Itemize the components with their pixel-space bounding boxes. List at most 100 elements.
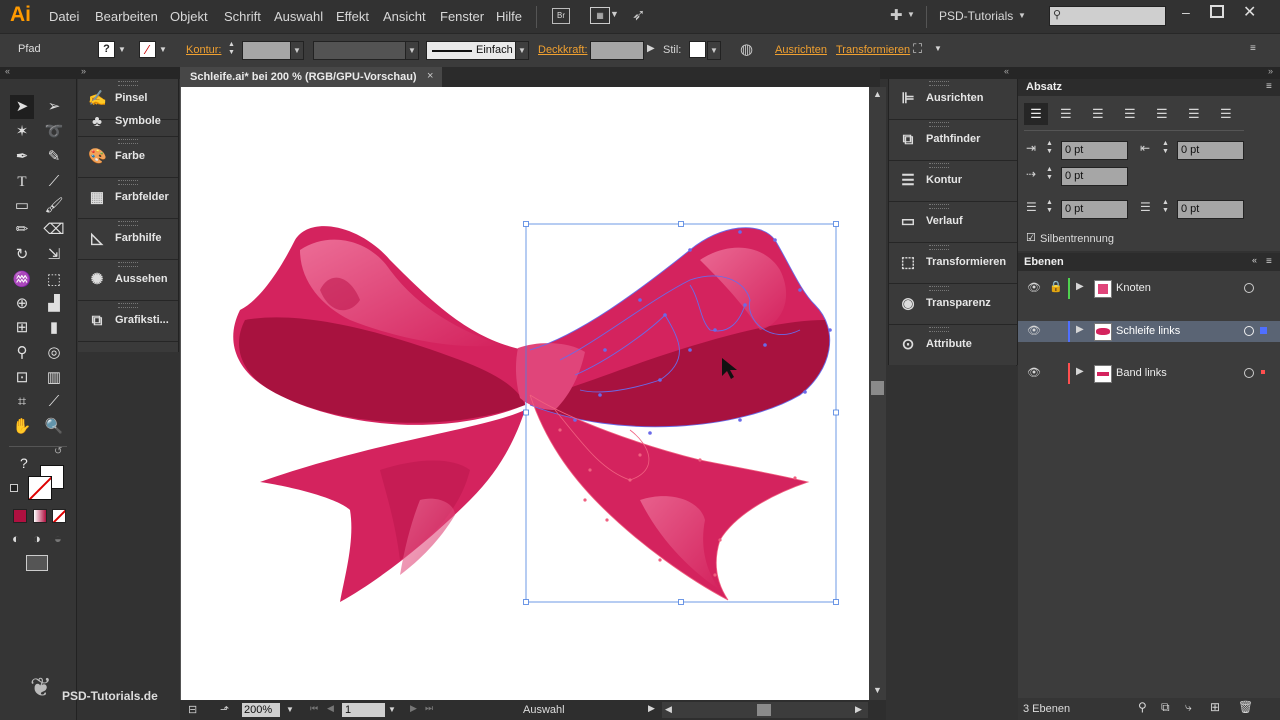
document-tab[interactable]: Schleife.ai* bei 200 % (RGB/GPU-Vorschau… xyxy=(180,67,442,87)
justify-all-icon[interactable]: ☰ xyxy=(1220,106,1232,122)
collapse-panels-icon[interactable]: « xyxy=(1004,66,1009,76)
minimize-window-button[interactable]: – xyxy=(1182,4,1190,20)
right-indent-field[interactable]: 0 pt xyxy=(1177,141,1244,160)
line-tool-icon[interactable]: ⟋ xyxy=(43,171,65,193)
layer-row-knoten[interactable]: 👁 🔒 ▶ Knoten xyxy=(1018,278,1280,299)
sync-settings-icon[interactable]: ✚ xyxy=(890,6,903,24)
scroll-left-icon[interactable]: ◀ xyxy=(665,704,672,715)
panel-transformieren[interactable]: ⬚ Transformieren xyxy=(889,243,1017,284)
align-center-icon[interactable]: ☰ xyxy=(1060,106,1072,122)
current-tool-label[interactable]: Auswahl xyxy=(523,704,565,716)
visibility-eye-icon[interactable]: 👁 xyxy=(1027,366,1041,379)
gradient-mode-button[interactable] xyxy=(33,509,47,523)
vertical-scrollbar[interactable]: ▲ ▼ xyxy=(869,87,886,700)
scroll-up-icon[interactable]: ▲ xyxy=(873,89,882,99)
menu-schrift[interactable]: Schrift xyxy=(224,9,261,24)
isolate-icon[interactable]: ⛶ xyxy=(913,41,922,57)
fill-swatch[interactable]: ? xyxy=(98,41,115,58)
last-artboard-icon[interactable]: ⏭ xyxy=(425,703,433,714)
align-right-icon[interactable]: ☰ xyxy=(1092,106,1104,122)
new-layer-icon[interactable]: ⊞ xyxy=(1210,700,1220,714)
expand-panels-icon[interactable]: » xyxy=(81,66,86,76)
stroke-swatch[interactable]: ⁄ xyxy=(139,41,156,58)
zoom-field[interactable]: 200% xyxy=(242,703,280,717)
panel-farbfelder[interactable]: ▦ Farbfelder xyxy=(78,178,178,219)
space-after-field[interactable]: 0 pt xyxy=(1177,200,1244,219)
artboard-nav-icon[interactable]: ⊟ xyxy=(188,703,197,716)
menu-objekt[interactable]: Objekt xyxy=(170,9,208,24)
chevron-down-icon[interactable]: ▼ xyxy=(907,10,915,19)
layers-panel-title[interactable]: Ebenen xyxy=(1024,256,1064,268)
align-link[interactable]: Ausrichten xyxy=(775,44,827,56)
menu-effekt[interactable]: Effekt xyxy=(336,9,369,24)
eraser-icon[interactable]: ⌫ xyxy=(43,219,65,241)
menu-hilfe[interactable]: Hilfe xyxy=(496,9,522,24)
stroke-weight-dropdown[interactable]: ▼ xyxy=(290,41,304,60)
first-line-indent-icon[interactable]: ⇢ xyxy=(1026,167,1036,181)
expand-layer-icon[interactable]: ▶ xyxy=(1076,281,1084,292)
menu-ansicht[interactable]: Ansicht xyxy=(383,9,426,24)
menu-fenster[interactable]: Fenster xyxy=(440,9,484,24)
menu-auswahl[interactable]: Auswahl xyxy=(274,9,323,24)
layer-row-band-links[interactable]: 👁 ▶ Band links xyxy=(1018,363,1280,384)
stroke-weight-stepper[interactable]: ▲ ▼ xyxy=(228,41,235,57)
first-artboard-icon[interactable]: ⏮ xyxy=(310,703,318,714)
symbol-sprayer-icon[interactable]: ⊡ xyxy=(11,367,33,389)
left-indent-stepper[interactable]: ▲ ▼ xyxy=(1046,140,1053,156)
space-before-icon[interactable]: ☰ xyxy=(1026,200,1037,214)
right-indent-icon[interactable]: ⇤ xyxy=(1140,141,1150,155)
panel-menu-icon[interactable]: ≡ xyxy=(1266,256,1272,267)
rotate-icon[interactable]: ↻ xyxy=(11,244,33,266)
horizontal-scrollbar[interactable]: ◀ ▶ xyxy=(662,702,868,718)
curvature-icon[interactable]: ✎ xyxy=(43,146,65,168)
pencil-icon[interactable]: ✏ xyxy=(11,219,33,241)
screen-mode-icon[interactable] xyxy=(26,555,48,571)
expand-layer-icon[interactable]: ▶ xyxy=(1076,366,1084,377)
kontur-label[interactable]: Kontur: xyxy=(186,44,221,56)
hand-tool-icon[interactable]: ✋ xyxy=(11,416,33,438)
target-circle-icon[interactable] xyxy=(1244,283,1254,293)
justify-left-icon[interactable]: ☰ xyxy=(1124,106,1136,122)
tool-help-icon[interactable]: ? xyxy=(20,455,28,471)
opacity-label[interactable]: Deckkraft: xyxy=(538,44,588,56)
chevron-down-icon[interactable]: ▼ xyxy=(159,45,167,54)
menu-bearbeiten[interactable]: Bearbeiten xyxy=(95,9,158,24)
bow-artwork[interactable] xyxy=(181,87,869,700)
mesh-icon[interactable]: ⊞ xyxy=(11,317,33,339)
panel-aussehen[interactable]: ✺ Aussehen xyxy=(78,260,178,301)
collapse-tools-icon[interactable]: « xyxy=(5,66,10,76)
transform-link[interactable]: Transformieren xyxy=(836,44,910,56)
paintbrush-icon[interactable]: 🖌 xyxy=(43,195,65,217)
lasso-icon[interactable]: ➰ xyxy=(43,121,65,143)
first-line-indent-field[interactable]: 0 pt xyxy=(1061,167,1128,186)
chevron-down-icon[interactable]: ▼ xyxy=(118,45,126,54)
collapse-right-icon[interactable]: » xyxy=(1268,66,1273,76)
lock-icon[interactable]: 🔒 xyxy=(1049,280,1063,293)
hyphenation-checkbox[interactable]: ☑ xyxy=(1026,231,1036,244)
artboard[interactable] xyxy=(181,87,869,700)
layer-name[interactable]: Schleife links xyxy=(1116,325,1180,337)
share-icon[interactable]: ⬏ xyxy=(220,703,229,716)
delete-layer-icon[interactable]: 🗑 xyxy=(1238,700,1253,714)
free-transform-icon[interactable]: ⬚ xyxy=(43,269,65,291)
draw-behind-icon[interactable]: ◑ xyxy=(33,531,41,546)
first-line-stepper[interactable]: ▲ ▼ xyxy=(1046,166,1053,182)
new-sublayer-icon[interactable]: ⤷ xyxy=(1185,700,1192,715)
h-scroll-thumb[interactable] xyxy=(757,704,771,716)
space-after-stepper[interactable]: ▲ ▼ xyxy=(1162,199,1169,215)
maximize-window-button[interactable] xyxy=(1210,5,1224,18)
stroke-style-select[interactable]: Einfach xyxy=(426,41,516,60)
target-circle-icon[interactable] xyxy=(1244,368,1254,378)
close-window-button[interactable]: ✕ xyxy=(1243,2,1256,22)
menu-datei[interactable]: Datei xyxy=(49,9,79,24)
search-input[interactable]: ⚲ xyxy=(1049,6,1166,26)
layer-name[interactable]: Band links xyxy=(1116,367,1167,379)
layer-name[interactable]: Knoten xyxy=(1116,282,1151,294)
scroll-down-icon[interactable]: ▼ xyxy=(873,685,882,695)
rectangle-tool-icon[interactable]: ▭ xyxy=(11,195,33,217)
visibility-eye-icon[interactable]: 👁 xyxy=(1027,324,1041,337)
justify-center-icon[interactable]: ☰ xyxy=(1156,106,1168,122)
space-after-icon[interactable]: ☰ xyxy=(1140,200,1151,214)
next-artboard-icon[interactable]: ▶ xyxy=(410,703,417,714)
artboard-tool-icon[interactable]: ⌗ xyxy=(11,391,33,413)
